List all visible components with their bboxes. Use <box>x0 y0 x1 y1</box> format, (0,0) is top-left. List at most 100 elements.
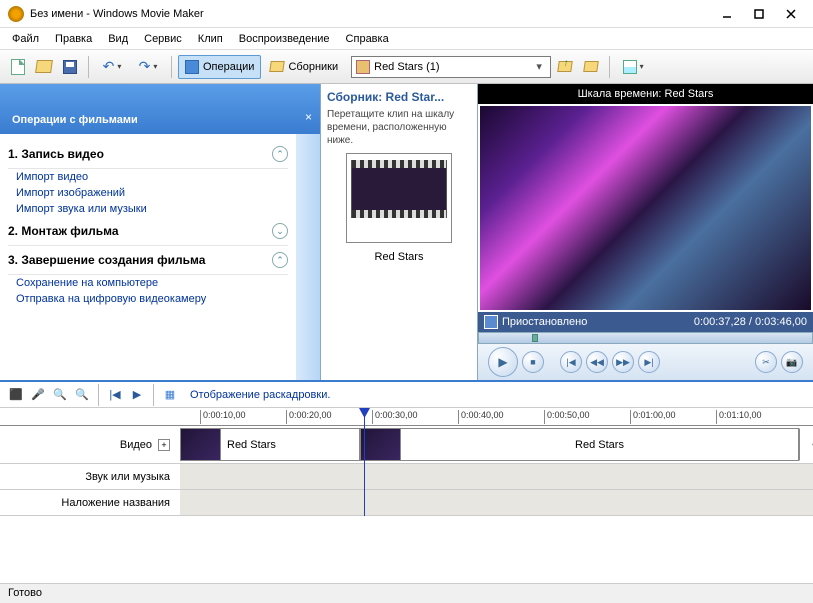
tasks-header-title: Операции с фильмами <box>12 114 308 126</box>
audio-track[interactable] <box>180 464 813 490</box>
tasks-label: Операции <box>203 61 254 73</box>
show-storyboard-link[interactable]: Отображение раскадровки. <box>190 389 330 401</box>
timeline-rewind-button[interactable]: |◀ <box>105 385 125 405</box>
video-track[interactable]: Red Stars Red Stars <box>180 426 813 464</box>
save-button[interactable] <box>58 55 82 79</box>
folder-icon <box>270 61 286 72</box>
title-track[interactable] <box>180 490 813 516</box>
toolbar: ↶ ↷ Операции Сборники Red Stars (1) ▾ ↑ <box>0 50 813 84</box>
tasks-pane: Операции с фильмами × 1. Запись видео ⌃ … <box>0 84 320 380</box>
playback-status: Приостановлено <box>502 316 587 328</box>
timeline-area: ⬛ 🎤 🔍 🔍 |◀ ▶ ▦ Отображение раскадровки. … <box>0 380 813 516</box>
snapshot-button[interactable]: 📷 <box>781 351 803 373</box>
tasks-body: 1. Запись видео ⌃ Импорт видео Импорт из… <box>0 134 320 380</box>
task-link-import-video[interactable]: Импорт видео <box>8 169 288 185</box>
timeline-home-button[interactable]: ⬛ <box>6 385 26 405</box>
preview-pane: Шкала времени: Red Stars Приостановлено … <box>478 84 813 380</box>
menubar: Файл Правка Вид Сервис Клип Воспроизведе… <box>0 28 813 50</box>
preview-status-bar: Приостановлено 0:00:37,28 / 0:03:46,00 <box>478 312 813 332</box>
task-section-title: 3. Завершение создания фильма <box>8 253 205 267</box>
seek-bar[interactable] <box>478 332 813 344</box>
task-section-title: 1. Запись видео <box>8 147 104 161</box>
redo-button[interactable]: ↷ <box>131 55 165 79</box>
expand-icon[interactable]: ⌄ <box>272 223 288 239</box>
collection-icon <box>356 60 370 74</box>
task-link-import-audio[interactable]: Импорт звука или музыки <box>8 201 288 217</box>
collections-label: Сборники <box>288 61 338 73</box>
timeline-grid: Видео + Звук или музыка Наложение назван… <box>0 408 813 516</box>
preview-controls: ▶ ■ |◀ ◀◀ ▶▶ ▶| ✂ 📷 <box>478 344 813 380</box>
menu-file[interactable]: Файл <box>4 31 47 47</box>
preview-video[interactable] <box>480 106 811 310</box>
new-button[interactable] <box>6 55 30 79</box>
storyboard-icon: ▦ <box>160 385 180 405</box>
menu-view[interactable]: Вид <box>100 31 136 47</box>
new-folder-button[interactable] <box>579 55 603 79</box>
collection-select[interactable]: Red Stars (1) ▾ <box>351 56 551 78</box>
video-track-label: Видео + <box>0 426 180 464</box>
stop-button[interactable]: ■ <box>522 351 544 373</box>
track-labels: Видео + Звук или музыка Наложение назван… <box>0 408 180 516</box>
tasks-close-button[interactable]: × <box>305 110 312 124</box>
tasks-decoration <box>296 134 320 380</box>
menu-play[interactable]: Воспроизведение <box>231 31 338 47</box>
clip-thumbnail[interactable] <box>346 153 452 243</box>
separator <box>153 384 154 406</box>
separator <box>171 56 172 78</box>
separator <box>88 56 89 78</box>
video-clip-1[interactable]: Red Stars <box>180 428 360 461</box>
task-link-send-camera[interactable]: Отправка на цифровую видеокамеру <box>8 291 288 307</box>
minimize-button[interactable] <box>713 4 741 24</box>
task-section-capture[interactable]: 1. Запись видео ⌃ <box>8 140 288 169</box>
timeline-play-button[interactable]: ▶ <box>127 385 147 405</box>
dropdown-arrow-icon: ▾ <box>532 60 546 73</box>
video-clip-2[interactable]: Red Stars <box>360 428 799 461</box>
expand-video-button[interactable]: + <box>158 439 170 451</box>
clip-label: Red Stars <box>327 251 471 263</box>
zoom-in-button[interactable]: 🔍 <box>50 385 70 405</box>
menu-tools[interactable]: Сервис <box>136 31 190 47</box>
menu-edit[interactable]: Правка <box>47 31 100 47</box>
tracks-area[interactable]: 0:00:10,00 0:00:20,00 0:00:30,00 0:00:40… <box>180 408 813 516</box>
separator <box>98 384 99 406</box>
tasks-toggle-button[interactable]: Операции <box>178 55 261 79</box>
task-link-save-computer[interactable]: Сохранение на компьютере <box>8 275 288 291</box>
clip-thumb-icon <box>361 429 401 460</box>
tasks-icon <box>185 60 199 74</box>
task-link-import-images[interactable]: Импорт изображений <box>8 185 288 201</box>
collapse-icon[interactable]: ⌃ <box>272 146 288 162</box>
collections-toggle-button[interactable]: Сборники <box>263 55 345 79</box>
maximize-button[interactable] <box>745 4 773 24</box>
collection-selected-text: Red Stars (1) <box>374 61 532 73</box>
next-clip-button[interactable]: ▶| <box>638 351 660 373</box>
task-section-edit[interactable]: 2. Монтаж фильма ⌄ <box>8 217 288 246</box>
status-text: Готово <box>8 587 42 599</box>
view-mode-button[interactable] <box>616 55 650 79</box>
undo-button[interactable]: ↶ <box>95 55 129 79</box>
zoom-out-button[interactable]: 🔍 <box>72 385 92 405</box>
task-section-finish[interactable]: 3. Завершение создания фильма ⌃ <box>8 246 288 275</box>
close-button[interactable] <box>777 4 805 24</box>
separator <box>609 56 610 78</box>
monitor-icon <box>484 315 498 329</box>
split-button[interactable]: ✂ <box>755 351 777 373</box>
prev-clip-button[interactable]: |◀ <box>560 351 582 373</box>
collapse-icon[interactable]: ⌃ <box>272 252 288 268</box>
seek-thumb[interactable] <box>532 334 538 342</box>
playhead[interactable] <box>364 408 365 516</box>
menu-help[interactable]: Справка <box>338 31 397 47</box>
clip-preview-image <box>351 160 447 218</box>
narrate-button[interactable]: 🎤 <box>28 385 48 405</box>
collection-pane: Сборник: Red Star... Перетащите клип на … <box>320 84 478 380</box>
clip-continues-icon <box>799 428 813 461</box>
time-ruler[interactable]: 0:00:10,00 0:00:20,00 0:00:30,00 0:00:40… <box>180 408 813 426</box>
app-icon <box>8 6 24 22</box>
up-level-button[interactable]: ↑ <box>553 55 577 79</box>
forward-button[interactable]: ▶▶ <box>612 351 634 373</box>
menu-clip[interactable]: Клип <box>190 31 231 47</box>
titlebar: Без имени - Windows Movie Maker <box>0 0 813 28</box>
task-section-title: 2. Монтаж фильма <box>8 224 119 238</box>
rewind-button[interactable]: ◀◀ <box>586 351 608 373</box>
open-button[interactable] <box>32 55 56 79</box>
play-button[interactable]: ▶ <box>488 347 518 377</box>
